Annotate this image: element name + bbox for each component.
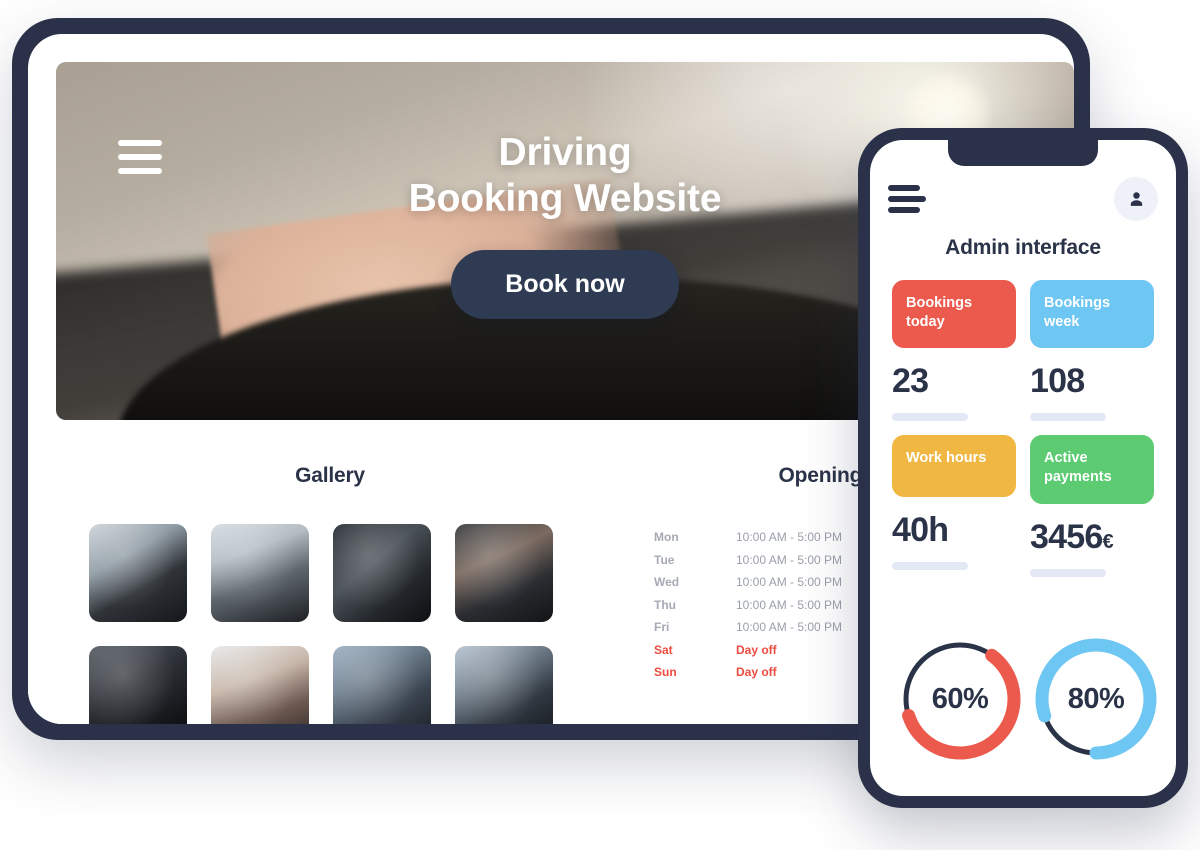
phone-screen: Admin interface Bookings today 23 Bookin… <box>870 140 1176 796</box>
status-badge[interactable]: Work hours <box>892 435 1016 498</box>
gallery-title: Gallery <box>295 464 365 487</box>
stat-value: 40h <box>892 511 949 550</box>
stat-bookings-today: Bookings today 23 <box>892 280 1016 422</box>
gallery-photo[interactable] <box>333 646 431 724</box>
day-label: Thu <box>654 597 676 612</box>
gallery-section: Gallery <box>28 434 632 724</box>
gallery-photo[interactable] <box>211 646 309 724</box>
gallery-photo[interactable] <box>211 524 309 622</box>
user-icon <box>1130 191 1142 206</box>
gauge-60: 60% <box>892 631 1028 767</box>
stat-underline <box>1030 568 1106 577</box>
gallery-photo[interactable] <box>89 646 187 724</box>
status-badge[interactable]: Bookings today <box>892 280 1016 349</box>
screenshot-stage: Driving Booking Website Book now Gallery <box>0 0 1200 850</box>
day-label: Sun <box>654 665 677 680</box>
stat-active-payments: Active payments 3456€ <box>1030 435 1154 577</box>
hamburger-bar <box>888 196 926 202</box>
gauge-80-label: 80% <box>1067 682 1125 715</box>
stats-grid: Bookings today 23 Bookings week 108 Work… <box>892 280 1154 577</box>
phone-device: Admin interface Bookings today 23 Bookin… <box>858 128 1188 808</box>
day-label: Mon <box>654 530 679 545</box>
stat-value: 3456€ <box>1030 518 1154 557</box>
hamburger-bar <box>888 185 920 191</box>
gauges-row: 60% 80% <box>892 624 1157 774</box>
stat-value: 23 <box>892 362 929 401</box>
phone-notch <box>948 140 1098 166</box>
hamburger-icon[interactable] <box>888 185 926 213</box>
hamburger-bar <box>888 207 920 213</box>
gauge-60-label: 60% <box>931 682 989 715</box>
stat-underline <box>892 562 968 571</box>
gauge-80: 80% <box>1028 631 1164 767</box>
gallery-photo[interactable] <box>455 646 553 724</box>
day-label: Sat <box>654 642 673 657</box>
stat-underline <box>892 413 968 422</box>
stat-work-hours: Work hours 40h <box>892 435 1016 576</box>
gallery-photo[interactable] <box>89 524 187 622</box>
stat-bookings-week: Bookings week 108 <box>1030 280 1154 422</box>
stat-underline <box>1030 413 1106 422</box>
book-now-button[interactable]: Book now <box>451 250 679 320</box>
gallery-grid <box>89 524 571 724</box>
gallery-photo[interactable] <box>455 524 553 622</box>
day-label: Fri <box>654 620 670 635</box>
currency-symbol: € <box>1102 530 1113 553</box>
phone-header <box>870 172 1176 226</box>
gallery-photo[interactable] <box>333 524 431 622</box>
avatar[interactable] <box>1114 177 1158 221</box>
day-label: Tue <box>654 552 675 567</box>
stat-value: 108 <box>1030 362 1085 401</box>
status-badge[interactable]: Bookings week <box>1030 280 1154 349</box>
status-badge[interactable]: Active payments <box>1030 435 1154 504</box>
day-label: Wed <box>654 575 680 590</box>
admin-interface-title: Admin interface <box>945 236 1101 259</box>
stat-amount: 3456 <box>1030 517 1103 556</box>
